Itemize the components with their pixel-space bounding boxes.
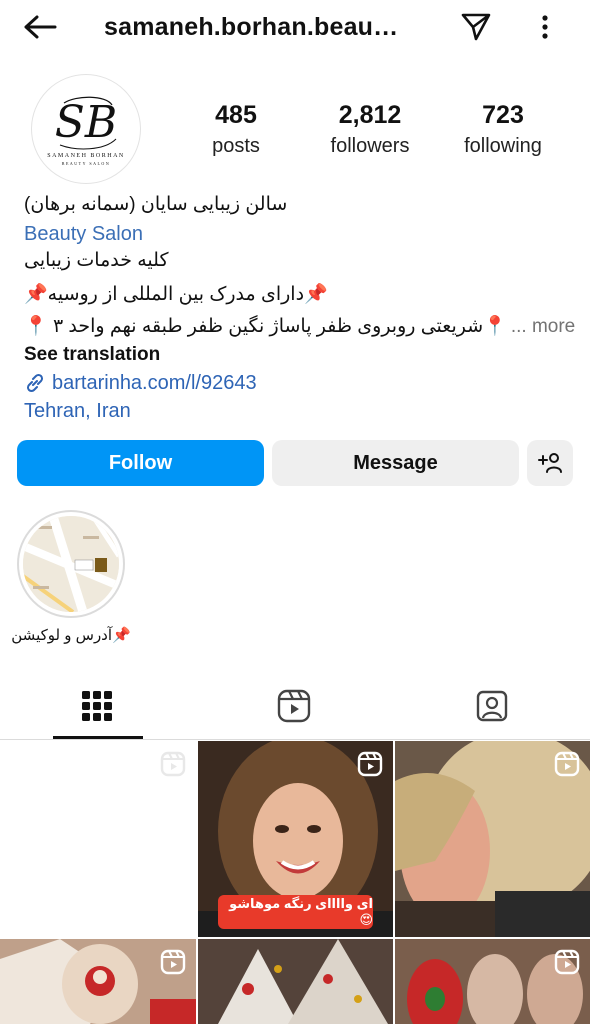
- more-options-icon[interactable]: [530, 9, 560, 45]
- bio-more-link[interactable]: ... more: [511, 314, 575, 340]
- profile-bio: سالن زیبایی سایان (سمانه برهان) Beauty S…: [24, 190, 575, 424]
- bio-website-link[interactable]: bartarinha.com/l/92643: [24, 370, 574, 396]
- highlight-label: 📌آدرس و لوکیشن: [11, 627, 131, 644]
- posts-count: 485: [215, 101, 257, 129]
- followers-count: 2,812: [338, 101, 402, 129]
- reel-badge-icon: [160, 949, 186, 975]
- post-thumbnail-2[interactable]: ای واااای رنگه موهاشو😍: [198, 741, 393, 937]
- more-label: more: [531, 316, 576, 337]
- bio-line-certificate: 📌دارای مدرک بین المللی از روسیه📌: [24, 284, 328, 305]
- reel-badge-icon: [160, 751, 186, 777]
- avatar-brand-text: SAMANEH BORHAN: [47, 152, 125, 159]
- stat-following[interactable]: 723 following: [452, 98, 554, 160]
- message-button[interactable]: Message: [272, 440, 519, 486]
- brand-logo-icon: SB: [55, 96, 117, 149]
- profile-display-name: سالن زیبایی سایان (سمانه برهان): [24, 194, 288, 215]
- stat-posts[interactable]: 485 posts: [196, 98, 276, 160]
- see-translation-link[interactable]: See translation: [24, 342, 574, 368]
- avatar-brand-subtext: BEAUTY SALON: [61, 160, 111, 166]
- post-thumbnail-6[interactable]: [395, 939, 590, 1024]
- reel-badge-icon: [554, 949, 580, 975]
- tab-tagged[interactable]: [432, 672, 552, 740]
- profile-avatar[interactable]: SB SAMANEH BORHAN BEAUTY SALON: [31, 74, 141, 184]
- post-thumbnail-1[interactable]: [0, 741, 196, 937]
- highlight-map-thumbnail: [23, 516, 119, 612]
- posts-label: posts: [212, 135, 260, 157]
- grid-icon: [82, 691, 112, 721]
- svg-text:SB: SB: [55, 97, 117, 148]
- post-thumbnail-5[interactable]: [198, 939, 393, 1024]
- bio-line-address: 📍شریعتی روبروی ظفر پاساژ نگین ظفر طبقه ن…: [24, 314, 575, 340]
- stat-followers[interactable]: 2,812 followers: [318, 98, 422, 160]
- more-ellipsis: ...: [510, 316, 532, 337]
- profile-username: samaneh.borhan.beau…: [104, 13, 399, 41]
- top-bar: samaneh.borhan.beau…: [0, 0, 590, 54]
- story-highlight[interactable]: 📌آدرس و لوکیشن: [11, 510, 131, 644]
- posts-grid: ای واااای رنگه موهاشو😍: [0, 741, 590, 1024]
- tagged-icon: [476, 690, 508, 722]
- highlight-ring[interactable]: [17, 510, 125, 618]
- suggested-users-button[interactable]: [527, 440, 573, 486]
- following-count: 723: [482, 101, 524, 129]
- bio-address-text: 📍شریعتی روبروی ظفر پاساژ نگین ظفر طبقه ن…: [24, 316, 507, 337]
- post-thumbnail-4[interactable]: [0, 939, 196, 1024]
- send-icon[interactable]: [456, 9, 496, 45]
- tab-reels[interactable]: [234, 672, 354, 740]
- add-user-icon: [538, 453, 562, 473]
- following-label: following: [464, 135, 542, 157]
- bio-line-services: کلیه خدمات زیبایی: [24, 250, 169, 271]
- link-icon: [26, 373, 44, 393]
- active-tab-indicator: [53, 736, 143, 739]
- reels-icon: [277, 689, 311, 723]
- reel-badge-icon: [554, 751, 580, 777]
- profile-category[interactable]: Beauty Salon: [24, 221, 574, 247]
- tab-posts-grid[interactable]: [37, 672, 157, 740]
- follow-button[interactable]: Follow: [17, 440, 264, 486]
- post-thumbnail-3[interactable]: [395, 741, 590, 937]
- website-url: bartarinha.com/l/92643: [52, 372, 257, 394]
- post-caption-overlay: ای واااای رنگه موهاشو😍: [218, 895, 373, 929]
- profile-location[interactable]: Tehran, Iran: [24, 398, 574, 424]
- followers-label: followers: [330, 135, 410, 157]
- reel-badge-icon: [357, 751, 383, 777]
- profile-tabs: [0, 672, 590, 740]
- back-arrow-icon[interactable]: [20, 10, 60, 44]
- post-photo-christmas-tree: [198, 939, 393, 1024]
